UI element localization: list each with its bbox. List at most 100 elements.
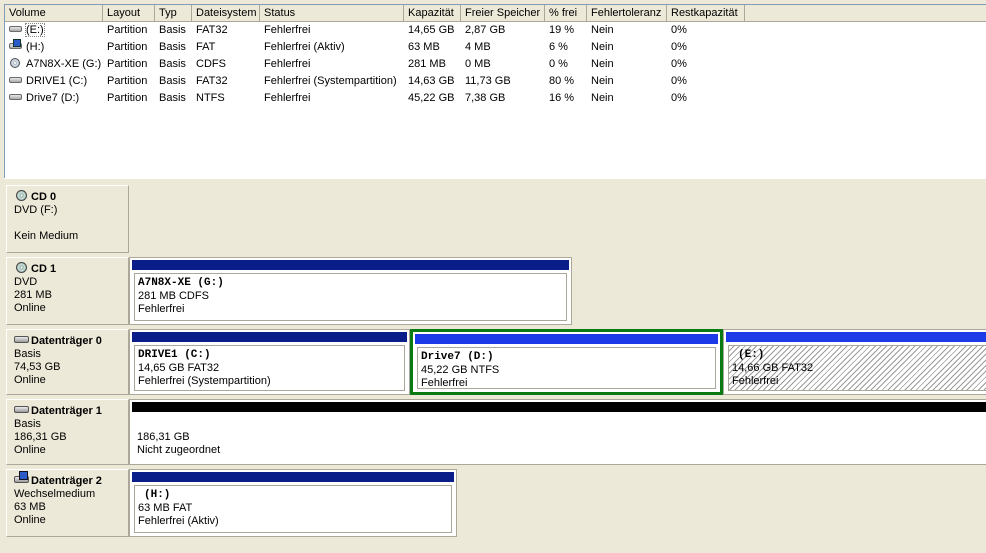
table-row[interactable]: DRIVE1 (C:) Partition Basis FAT32 Fehler… — [5, 73, 986, 90]
cd-drive-icon — [14, 262, 30, 273]
cell-fehlertoleranz: Nein — [591, 58, 614, 70]
column-header-typ[interactable]: Typ — [155, 5, 192, 21]
cell-typ: Basis — [159, 24, 186, 36]
partition-name: Drive7 (D:) — [421, 351, 494, 363]
cell-rest: 0% — [671, 58, 687, 70]
table-row[interactable]: A7N8X-XE (G:) Partition Basis CDFS Fehle… — [5, 56, 986, 73]
column-header-layout[interactable]: Layout — [103, 5, 155, 21]
partition-bar — [132, 472, 454, 482]
unallocated-space[interactable]: 186,31 GB Nicht zugeordnet — [129, 399, 986, 465]
cd-drive-icon — [9, 58, 23, 68]
partition-name: (E:) — [738, 349, 765, 361]
disk-type: Basis — [14, 348, 41, 360]
cell-layout: Partition — [107, 58, 148, 70]
cell-layout: Partition — [107, 75, 148, 87]
cell-kapazitaet: 281 MB — [408, 58, 446, 70]
table-row[interactable]: Drive7 (D:) Partition Basis NTFS Fehlerf… — [5, 90, 986, 107]
disk-status: Online — [14, 374, 46, 386]
cd-drive-icon — [14, 190, 30, 201]
disk-spacer — [14, 217, 128, 230]
column-header-restkapazitaet[interactable]: Restkapazität — [667, 5, 745, 21]
cell-prozent: 16 % — [549, 92, 575, 104]
cell-status: Fehlerfrei — [264, 58, 311, 70]
cell-typ: Basis — [159, 58, 186, 70]
volume-name: A7N8X-XE (G:) — [26, 58, 102, 70]
partition-status: Nicht zugeordnet — [137, 444, 221, 456]
cell-kapazitaet: 63 MB — [408, 41, 440, 53]
cell-frei: 7,38 GB — [465, 92, 506, 104]
partition-size: 63 MB FAT — [138, 502, 193, 514]
disk-size: 186,31 GB — [14, 431, 67, 443]
list-header: Volume Layout Typ Dateisystem Status Kap… — [5, 5, 986, 22]
disk-row-cd0: CD 0 DVD (F:) Kein Medium — [4, 183, 986, 255]
disk-name: CD 0 — [31, 191, 57, 203]
cell-typ: Basis — [159, 75, 186, 87]
cell-fs: NTFS — [196, 92, 225, 104]
disk-size: 74,53 GB — [14, 361, 61, 373]
cell-rest: 0% — [671, 92, 687, 104]
disk-status: Online — [14, 514, 46, 526]
disk-row-cd1: CD 1 DVD 281 MB Online A7N8X-XE (G:) 281… — [4, 255, 986, 327]
table-row[interactable]: (H:) Partition Basis FAT Fehlerfrei (Akt… — [5, 39, 986, 56]
table-row[interactable]: (E:) Partition Basis FAT32 Fehlerfrei 14… — [5, 22, 986, 39]
column-header-fehlertoleranz[interactable]: Fehlertoleranz — [587, 5, 667, 21]
partition-status: Fehlerfrei — [421, 377, 468, 389]
cell-kapazitaet: 45,22 GB — [408, 92, 455, 104]
volume-list[interactable]: Volume Layout Typ Dateisystem Status Kap… — [4, 4, 986, 179]
disk-row-datentraeger-0: Datenträger 0 Basis 74,53 GB Online DRIV… — [4, 327, 986, 397]
partition-g[interactable]: A7N8X-XE (G:) 281 MB CDFS Fehlerfrei — [129, 257, 572, 325]
partition-status: Fehlerfrei (Systempartition) — [138, 375, 271, 387]
volume-name: DRIVE1 (C:) — [26, 75, 88, 87]
cell-fehlertoleranz: Nein — [591, 41, 614, 53]
disk-row-datentraeger-2: Datenträger 2 Wechselmedium 63 MB Online… — [4, 467, 986, 539]
cell-status: Fehlerfrei (Systempartition) — [264, 75, 397, 87]
disk-type: Basis — [14, 418, 41, 430]
disk-icon — [9, 24, 23, 34]
cell-rest: 0% — [671, 24, 687, 36]
partition-d[interactable]: Drive7 (D:) 45,22 GB NTFS Fehlerfrei — [410, 329, 723, 395]
disk-size: 281 MB — [14, 289, 52, 301]
disk-label-datentraeger-1[interactable]: Datenträger 1 Basis 186,31 GB Online — [6, 399, 129, 465]
partition-e[interactable]: (E:) 14,66 GB FAT32 Fehlerfrei — [723, 329, 986, 395]
partition-size: 281 MB CDFS — [138, 290, 209, 302]
disk-icon — [14, 404, 30, 415]
cell-fehlertoleranz: Nein — [591, 92, 614, 104]
column-header-kapazitaet[interactable]: Kapazität — [404, 5, 461, 21]
cell-prozent: 19 % — [549, 24, 575, 36]
disk-icon — [9, 75, 23, 85]
disk-status: Online — [14, 302, 46, 314]
partition-h[interactable]: (H:) 63 MB FAT Fehlerfrei (Aktiv) — [129, 469, 457, 537]
partition-c[interactable]: DRIVE1 (C:) 14,65 GB FAT32 Fehlerfrei (S… — [129, 329, 410, 395]
cell-fehlertoleranz: Nein — [591, 24, 614, 36]
disk-name: Datenträger 2 — [31, 475, 102, 487]
cell-fs: FAT — [196, 41, 216, 53]
cell-typ: Basis — [159, 41, 186, 53]
disk-graphic-view: CD 0 DVD (F:) Kein Medium CD 1 DVD 281 M… — [4, 183, 986, 553]
disk-label-datentraeger-2[interactable]: Datenträger 2 Wechselmedium 63 MB Online — [6, 469, 129, 537]
partition-bar — [415, 334, 718, 344]
disk-type: Wechselmedium — [14, 488, 96, 500]
cell-frei: 2,87 GB — [465, 24, 506, 36]
cell-frei: 11,73 GB — [465, 75, 511, 87]
partition-bar — [132, 402, 986, 412]
cell-status: Fehlerfrei — [264, 24, 311, 36]
column-header-volume[interactable]: Volume — [5, 5, 103, 21]
removable-drive-icon — [9, 39, 23, 51]
cell-kapazitaet: 14,65 GB — [408, 24, 455, 36]
column-header-status[interactable]: Status — [260, 5, 404, 21]
partition-bar — [132, 260, 569, 270]
cell-fs: FAT32 — [196, 24, 228, 36]
column-header-freier-speicher[interactable]: Freier Speicher — [461, 5, 545, 21]
cell-kapazitaet: 14,63 GB — [408, 75, 455, 87]
column-header-prozent-frei[interactable]: % frei — [545, 5, 587, 21]
disk-label-cd0[interactable]: CD 0 DVD (F:) Kein Medium — [6, 185, 129, 253]
disk-icon — [14, 334, 30, 345]
disk-size: 63 MB — [14, 501, 46, 513]
column-header-dateisystem[interactable]: Dateisystem — [192, 5, 260, 21]
partition-status: Fehlerfrei (Aktiv) — [138, 515, 219, 527]
cell-status: Fehlerfrei (Aktiv) — [264, 41, 345, 53]
cell-prozent: 0 % — [549, 58, 568, 70]
disk-label-cd1[interactable]: CD 1 DVD 281 MB Online — [6, 257, 129, 325]
disk-label-datentraeger-0[interactable]: Datenträger 0 Basis 74,53 GB Online — [6, 329, 129, 395]
disk-status: Online — [14, 444, 46, 456]
